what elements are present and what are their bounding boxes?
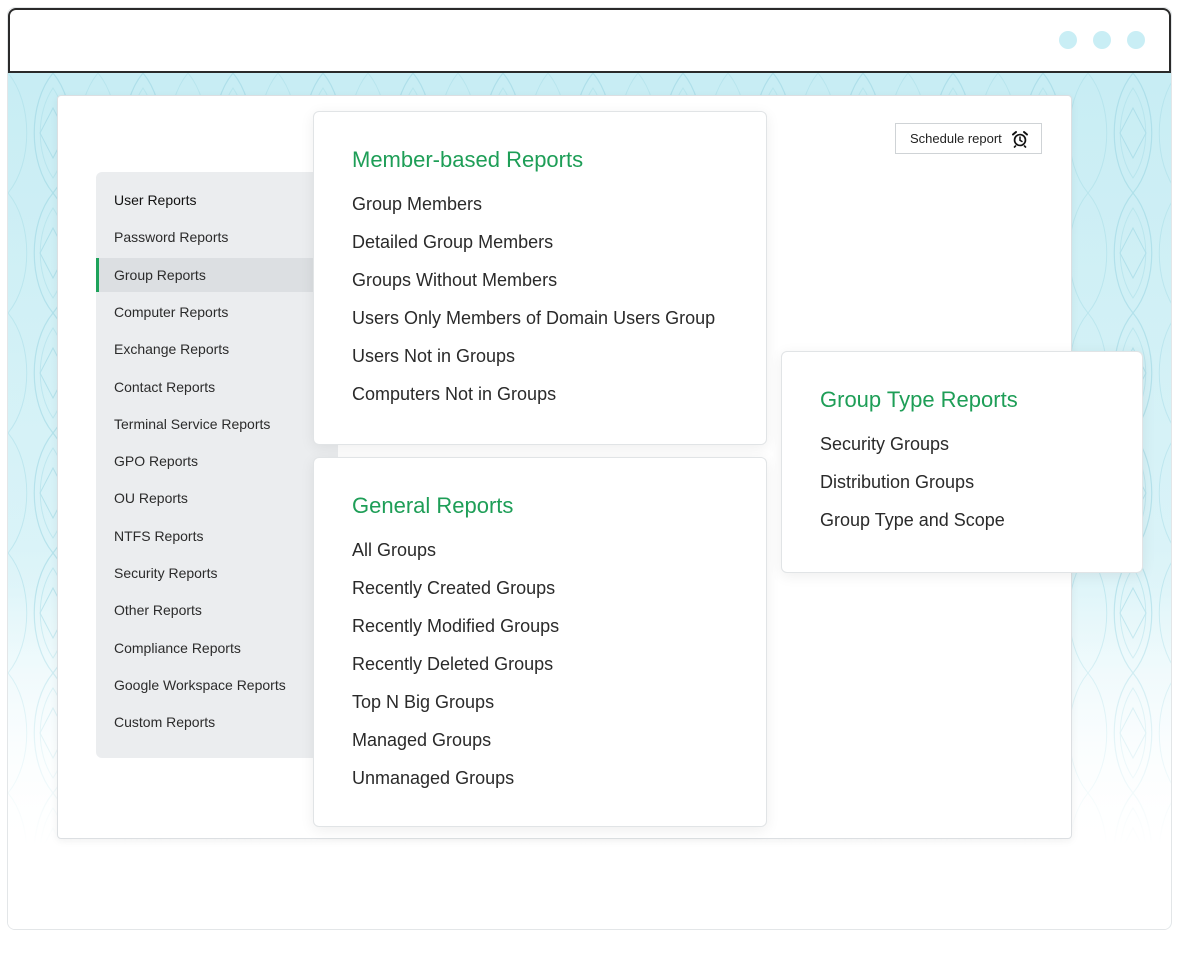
sidebar-item-label: NTFS Reports [114,528,204,544]
sidebar-item-label: Terminal Service Reports [114,416,271,432]
sidebar-item-label: Compliance Reports [114,640,241,656]
report-link-distribution-groups[interactable]: Distribution Groups [820,472,974,493]
sidebar-item-custom-reports[interactable]: Custom Reports [96,705,338,739]
panel-title: General Reports [352,493,514,518]
report-link-managed-groups[interactable]: Managed Groups [352,730,491,751]
sidebar-item-label: Group Reports [114,267,206,283]
sidebar-item-label: Exchange Reports [114,341,230,357]
report-link-users-not-in-groups[interactable]: Users Not in Groups [352,346,515,367]
schedule-report-label: Schedule report [910,131,1002,146]
general-reports-panel: General Reports All Groups Recently Crea… [313,457,767,827]
sidebar-item-label: User Reports [114,192,197,208]
sidebar-item-gpo-reports[interactable]: GPO Reports [96,444,338,478]
sidebar-item-ou-reports[interactable]: OU Reports [96,481,338,515]
panel-title: Group Type Reports [820,387,1018,412]
schedule-report-button[interactable]: Schedule report [895,123,1042,154]
window-dot-2 [1093,31,1111,49]
sidebar-item-label: Custom Reports [114,714,216,730]
sidebar-item-label: Contact Reports [114,379,216,395]
report-link-recently-created-groups[interactable]: Recently Created Groups [352,578,555,599]
report-link-unmanaged-groups[interactable]: Unmanaged Groups [352,768,514,789]
report-link-recently-modified-groups[interactable]: Recently Modified Groups [352,616,559,637]
report-link-computers-not-in-groups[interactable]: Computers Not in Groups [352,384,556,405]
alarm-clock-icon [1011,130,1029,151]
sidebar-item-label: Other Reports [114,602,202,618]
sidebar-item-google-workspace-reports[interactable]: Google Workspace Reports [96,668,338,702]
sidebar-item-password-reports[interactable]: Password Reports [96,220,338,254]
sidebar-item-group-reports[interactable]: Group Reports [96,258,338,292]
window-dot-3 [1127,31,1145,49]
sidebar-item-label: GPO Reports [114,453,199,469]
sidebar-item-label: Password Reports [114,229,229,245]
reports-sidebar: User Reports Password Reports Group Repo… [96,172,338,758]
report-link-group-type-and-scope[interactable]: Group Type and Scope [820,510,1005,531]
report-link-groups-without-members[interactable]: Groups Without Members [352,270,557,291]
report-link-group-members[interactable]: Group Members [352,194,482,215]
report-link-detailed-group-members[interactable]: Detailed Group Members [352,232,553,253]
sidebar-item-computer-reports[interactable]: Computer Reports [96,295,338,329]
report-link-recently-deleted-groups[interactable]: Recently Deleted Groups [352,654,553,675]
sidebar-item-other-reports[interactable]: Other Reports [96,593,338,627]
sidebar-item-user-reports[interactable]: User Reports [96,183,338,217]
sidebar-item-security-reports[interactable]: Security Reports [96,556,338,590]
member-based-reports-panel: Member-based Reports Group Members Detai… [313,111,767,445]
sidebar-item-label: Google Workspace Reports [114,677,286,693]
window-titlebar [8,8,1171,73]
report-link-top-n-big-groups[interactable]: Top N Big Groups [352,692,494,713]
group-type-reports-panel: Group Type Reports Security Groups Distr… [781,351,1143,573]
report-link-security-groups[interactable]: Security Groups [820,434,949,455]
window-dot-1 [1059,31,1077,49]
sidebar-item-contact-reports[interactable]: Contact Reports [96,370,338,404]
panel-title: Member-based Reports [352,147,584,172]
sidebar-item-compliance-reports[interactable]: Compliance Reports [96,631,338,665]
sidebar-item-label: Security Reports [114,565,218,581]
sidebar-item-exchange-reports[interactable]: Exchange Reports [96,332,338,366]
report-link-all-groups[interactable]: All Groups [352,540,436,561]
sidebar-item-label: OU Reports [114,490,188,506]
sidebar-item-terminal-service-reports[interactable]: Terminal Service Reports [96,407,338,441]
sidebar-item-label: Computer Reports [114,304,229,320]
report-link-users-only-domain-users[interactable]: Users Only Members of Domain Users Group [352,308,715,329]
sidebar-item-ntfs-reports[interactable]: NTFS Reports [96,519,338,553]
